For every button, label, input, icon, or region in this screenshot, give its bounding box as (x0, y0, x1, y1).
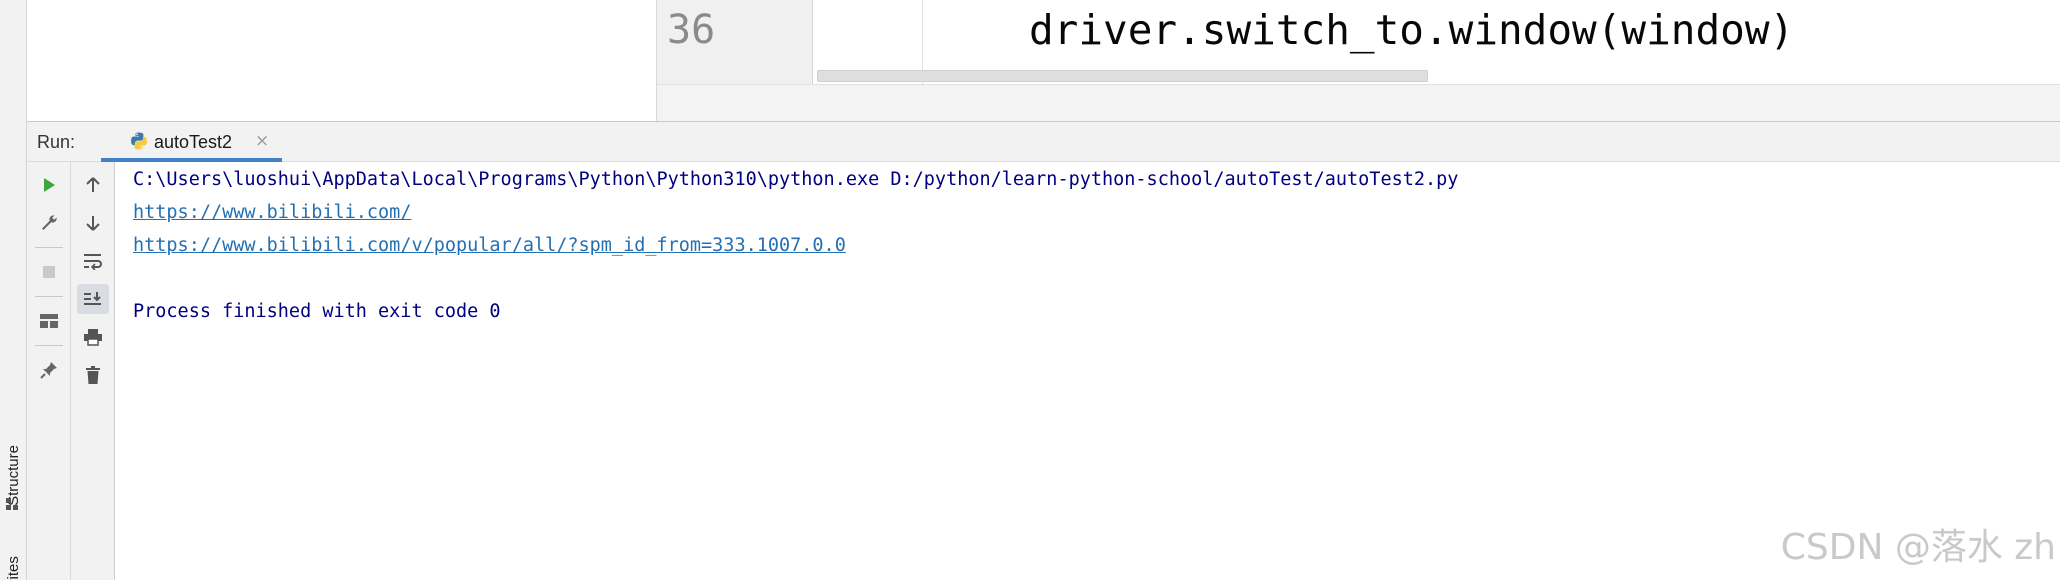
run-label: Run: (37, 132, 76, 152)
layout-icon (40, 314, 58, 328)
watermark: CSDN @落水 zh (1780, 527, 2056, 568)
print-button[interactable] (77, 322, 109, 352)
favorites-tab-label: orites (5, 555, 22, 580)
ide-window: Structure orites 36 driver.switch_to.win… (0, 0, 2060, 580)
line-number: 36 (667, 7, 716, 53)
clear-all-button[interactable] (77, 360, 109, 390)
rerun-button[interactable] (33, 170, 65, 200)
left-tool-strip: Structure orites (0, 0, 27, 580)
horizontal-scrollbar[interactable] (817, 70, 1428, 82)
stop-icon (43, 266, 55, 278)
console-command-line: C:\Users\luoshui\AppData\Local\Programs\… (133, 169, 1459, 190)
run-toolbar-left (27, 162, 71, 580)
favorites-tab[interactable]: orites (0, 540, 27, 580)
run-icon (44, 178, 55, 192)
structure-tab[interactable]: Structure (0, 410, 27, 540)
toolbar-separator (35, 247, 63, 248)
arrow-up-icon (86, 177, 100, 192)
scroll-to-end-icon (84, 292, 101, 305)
restore-layout-button[interactable] (33, 306, 65, 336)
soft-wrap-icon (84, 254, 102, 270)
up-button[interactable] (77, 170, 109, 200)
toolbar-separator (35, 296, 63, 297)
structure-icon (6, 498, 18, 510)
stop-button[interactable] (33, 257, 65, 287)
pin-icon (40, 362, 57, 379)
console-link-bilibili[interactable]: https://www.bilibili.com/ (133, 201, 411, 225)
run-tab-autotest2[interactable]: autoTest2 × (101, 122, 282, 162)
run-toolbar-right (71, 162, 115, 580)
editor-left-pane (27, 0, 657, 121)
trash-icon (86, 366, 100, 384)
toolbar-separator (35, 345, 63, 346)
editor-gutter: 36 (657, 0, 813, 84)
pin-tab-button[interactable] (33, 355, 65, 385)
code-line[interactable]: driver.switch_to.window(window) (1029, 6, 1794, 54)
run-panel-header: Run: autoTest2 × (27, 121, 2060, 162)
run-tab-title: autoTest2 (154, 132, 233, 152)
python-icon (131, 132, 147, 150)
editor-footer (657, 84, 2060, 121)
console-output[interactable]: C:\Users\luoshui\AppData\Local\Programs\… (115, 162, 2060, 580)
edit-configuration-button[interactable] (33, 208, 65, 238)
arrow-down-icon (86, 216, 100, 231)
soft-wrap-button[interactable] (77, 246, 109, 276)
wrench-icon (42, 215, 57, 230)
scroll-to-end-button[interactable] (77, 284, 109, 314)
down-button[interactable] (77, 208, 109, 238)
close-icon[interactable]: × (255, 131, 269, 151)
console-link-popular[interactable]: https://www.bilibili.com/v/popular/all/?… (133, 234, 846, 258)
print-icon (84, 329, 102, 346)
console-exit-message: Process finished with exit code 0 (133, 301, 501, 322)
